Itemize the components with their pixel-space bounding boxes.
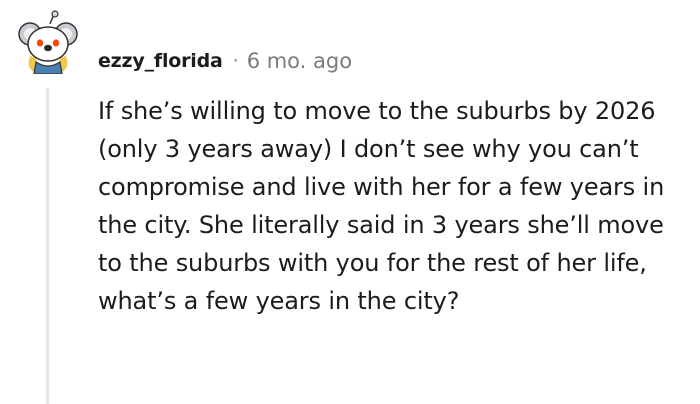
meta-separator: · — [232, 50, 239, 72]
snoo-koala-avatar-icon — [18, 10, 78, 75]
user-avatar[interactable] — [16, 10, 80, 75]
timestamp[interactable]: 6 mo. ago — [247, 49, 352, 73]
comment: ezzy_florida · 6 mo. ago If she’s willin… — [0, 0, 700, 404]
comment-body: If she’s willing to move to the suburbs … — [98, 97, 665, 315]
comment-meta: ezzy_florida · 6 mo. ago — [98, 46, 352, 76]
username-link[interactable]: ezzy_florida — [98, 50, 223, 72]
thread-line[interactable] — [46, 88, 49, 404]
